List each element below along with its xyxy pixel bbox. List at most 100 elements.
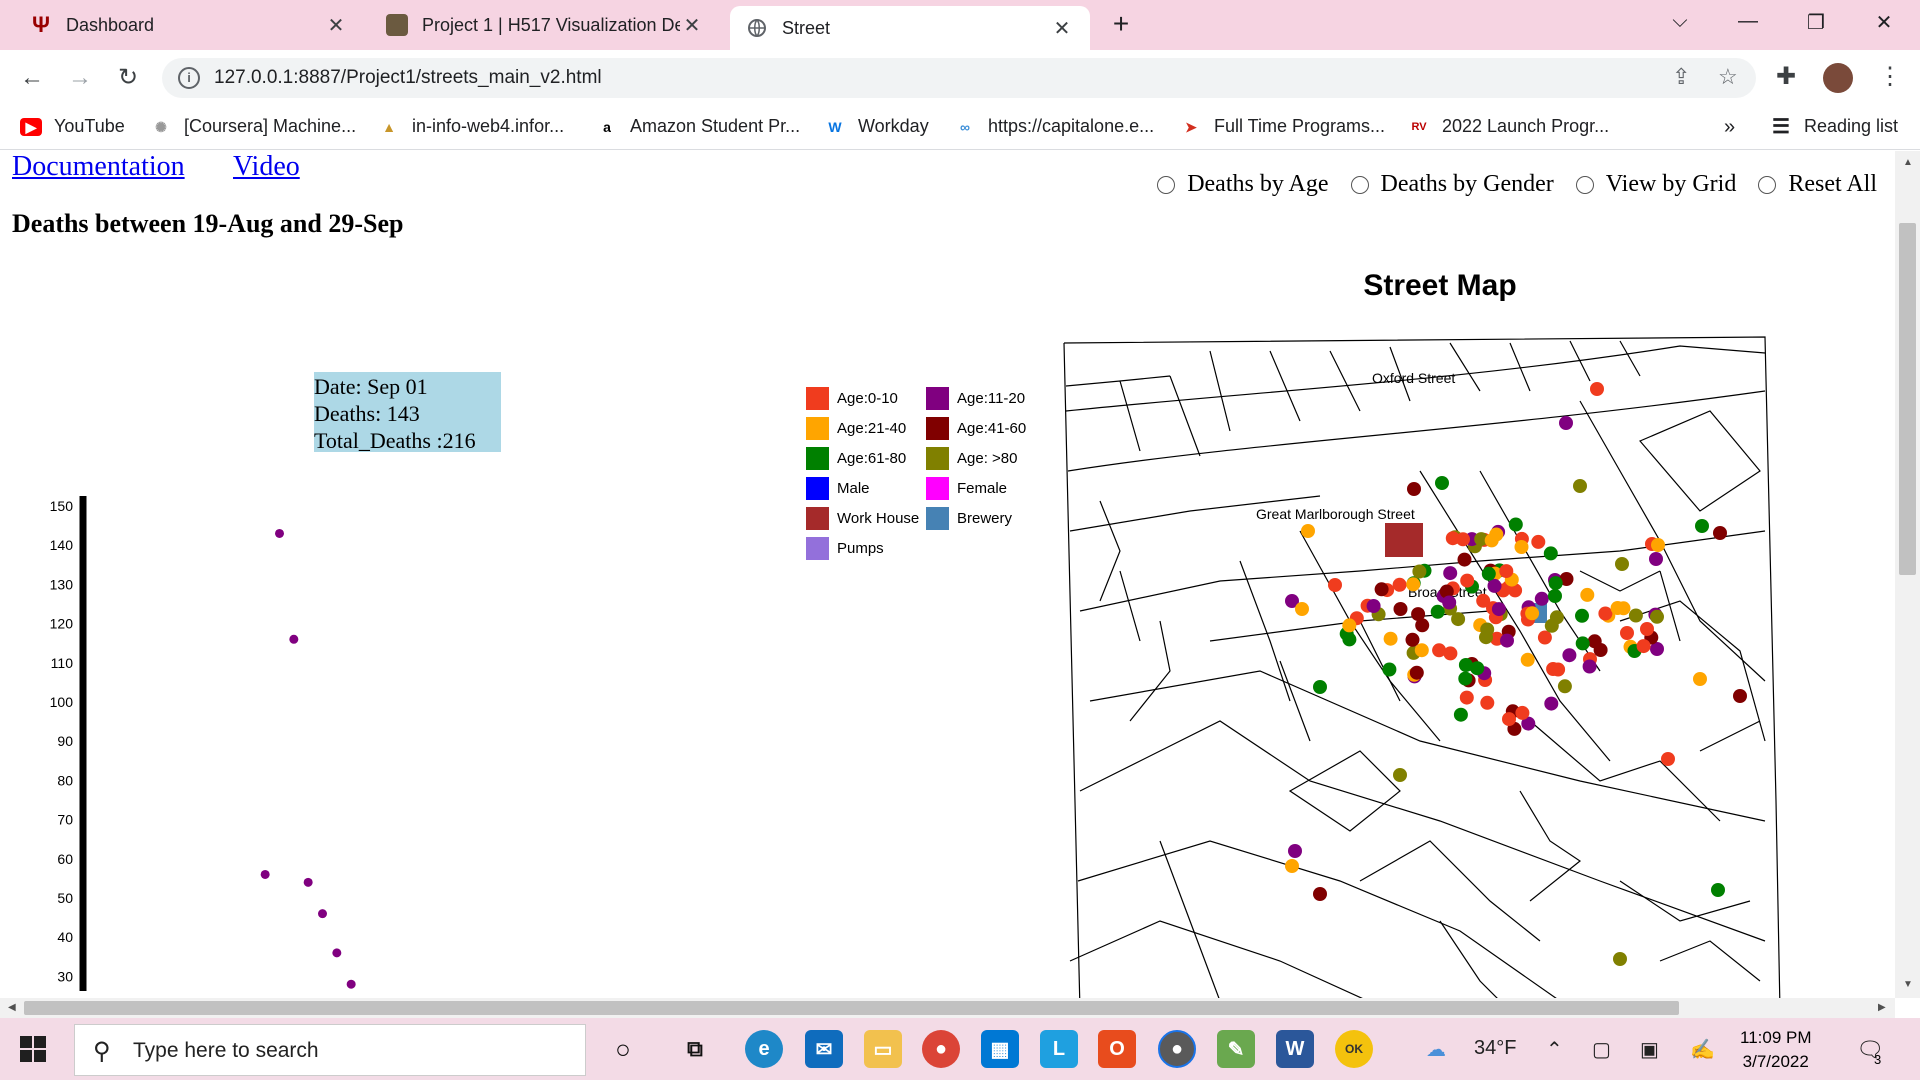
forward-button[interactable]: → xyxy=(64,62,96,94)
death-marker[interactable] xyxy=(1537,630,1552,645)
death-marker[interactable] xyxy=(1580,587,1595,602)
death-marker[interactable] xyxy=(1405,632,1420,647)
death-marker[interactable] xyxy=(1491,602,1506,617)
data-point[interactable] xyxy=(275,528,284,538)
death-marker[interactable] xyxy=(1650,609,1664,624)
death-marker[interactable] xyxy=(1590,382,1604,396)
death-marker[interactable] xyxy=(1406,577,1421,592)
death-marker[interactable] xyxy=(1295,602,1309,616)
radio-circle[interactable] xyxy=(1157,175,1176,194)
avatar[interactable] xyxy=(1823,63,1853,93)
death-marker[interactable] xyxy=(1549,610,1564,625)
death-marker[interactable] xyxy=(1575,636,1590,651)
death-marker[interactable] xyxy=(1414,643,1429,658)
death-marker[interactable] xyxy=(1328,578,1342,592)
death-marker[interactable] xyxy=(1342,632,1357,647)
reload-button[interactable]: ↻ xyxy=(112,62,144,94)
death-marker[interactable] xyxy=(1374,582,1389,597)
share-icon[interactable]: ⇪ xyxy=(1672,64,1690,90)
death-marker[interactable] xyxy=(1615,557,1629,571)
death-marker[interactable] xyxy=(1407,482,1421,496)
sticky-app-icon[interactable]: OK xyxy=(1335,1030,1373,1068)
scroll-down-icon[interactable]: ▼ xyxy=(1903,979,1913,990)
death-marker[interactable] xyxy=(1649,552,1663,566)
death-marker[interactable] xyxy=(1628,608,1643,623)
task-view-icon[interactable]: ⧉ xyxy=(676,1030,714,1068)
close-icon[interactable]: ✕ xyxy=(324,13,348,38)
tab-dashboard[interactable]: Ψ Dashboard ✕ xyxy=(14,0,364,50)
death-marker[interactable] xyxy=(1453,707,1468,722)
death-marker[interactable] xyxy=(1457,552,1472,567)
death-marker[interactable] xyxy=(1651,538,1665,552)
death-marker[interactable] xyxy=(1695,519,1709,533)
documentation-link[interactable]: Documentation xyxy=(12,151,185,183)
tab-project[interactable]: Project 1 | H517 Visualization De ✕ xyxy=(370,0,720,50)
death-marker[interactable] xyxy=(1481,566,1496,581)
death-marker[interactable] xyxy=(1460,573,1475,588)
store-icon[interactable]: ▦ xyxy=(981,1030,1019,1068)
death-marker[interactable] xyxy=(1534,591,1549,606)
file-explorer-icon[interactable]: ▭ xyxy=(864,1030,902,1068)
death-marker[interactable] xyxy=(1525,606,1540,621)
data-point[interactable] xyxy=(332,948,342,958)
back-button[interactable]: ← xyxy=(16,62,48,94)
death-marker[interactable] xyxy=(1544,696,1559,711)
chrome-profile-icon[interactable]: ● xyxy=(1158,1030,1196,1068)
death-marker[interactable] xyxy=(1435,476,1449,490)
radio-reset-all[interactable]: Reset All xyxy=(1758,171,1877,198)
bookmark-youtube[interactable]: ▶ YouTube xyxy=(20,116,125,137)
mail-icon[interactable]: ✉ xyxy=(805,1030,843,1068)
death-marker[interactable] xyxy=(1430,604,1445,619)
scroll-left-icon[interactable]: ◀ xyxy=(8,1002,16,1013)
death-marker[interactable] xyxy=(1301,524,1315,538)
death-marker[interactable] xyxy=(1342,618,1357,633)
death-marker[interactable] xyxy=(1443,566,1458,581)
death-marker[interactable] xyxy=(1285,859,1299,873)
death-marker[interactable] xyxy=(1415,618,1430,633)
death-marker[interactable] xyxy=(1514,540,1529,554)
death-marker[interactable] xyxy=(1520,652,1535,667)
death-marker[interactable] xyxy=(1499,564,1514,579)
death-marker[interactable] xyxy=(1640,622,1654,636)
death-marker[interactable] xyxy=(1366,599,1381,613)
extensions-icon[interactable]: ✚ xyxy=(1776,62,1796,91)
bookmark-capitalone-link[interactable]: ∞ https://capitalone.e... xyxy=(954,116,1154,137)
radio-circle[interactable] xyxy=(1350,175,1369,194)
radio-deaths-by-age[interactable]: Deaths by Age xyxy=(1157,171,1329,198)
death-marker[interactable] xyxy=(1393,602,1408,616)
death-marker[interactable] xyxy=(1500,633,1514,648)
close-icon[interactable]: ✕ xyxy=(680,13,704,38)
death-marker[interactable] xyxy=(1412,564,1427,579)
death-marker[interactable] xyxy=(1610,601,1625,615)
tab-search-chevron-icon[interactable]: ⌵ xyxy=(1660,10,1700,40)
death-marker[interactable] xyxy=(1546,662,1561,676)
scroll-up-icon[interactable]: ▲ xyxy=(1903,157,1913,168)
meet-now-icon[interactable]: ▢ xyxy=(1592,1037,1611,1062)
death-marker[interactable] xyxy=(1733,689,1747,703)
death-marker[interactable] xyxy=(1548,576,1563,591)
bookmark-amazon[interactable]: a Amazon Student Pr... xyxy=(596,116,800,137)
work-house-marker[interactable] xyxy=(1385,523,1423,557)
radio-view-by-grid[interactable]: View by Grid xyxy=(1575,171,1736,198)
death-marker[interactable] xyxy=(1575,608,1589,623)
death-marker[interactable] xyxy=(1515,705,1530,720)
death-marker[interactable] xyxy=(1598,606,1613,621)
death-marker[interactable] xyxy=(1480,622,1495,637)
death-marker[interactable] xyxy=(1313,887,1327,901)
data-point[interactable] xyxy=(289,634,299,644)
system-clock[interactable]: 11:09 PM 3/7/2022 xyxy=(1740,1026,1812,1074)
horizontal-scrollbar[interactable]: ◀ ▶ xyxy=(0,998,1895,1018)
death-marker[interactable] xyxy=(1476,593,1491,608)
edge-icon[interactable]: e xyxy=(745,1030,783,1068)
death-marker[interactable] xyxy=(1480,695,1495,710)
death-marker[interactable] xyxy=(1502,712,1516,727)
death-marker[interactable] xyxy=(1693,672,1707,686)
url-text[interactable]: 127.0.0.1:8887/Project1/streets_main_v2.… xyxy=(214,67,602,89)
death-marker[interactable] xyxy=(1443,646,1458,661)
death-marker[interactable] xyxy=(1393,768,1407,782)
data-point[interactable] xyxy=(260,869,270,879)
death-marker[interactable] xyxy=(1557,679,1572,694)
pen-icon[interactable]: ✍ xyxy=(1690,1037,1715,1062)
radio-circle[interactable] xyxy=(1758,175,1777,194)
data-point[interactable] xyxy=(303,877,313,887)
